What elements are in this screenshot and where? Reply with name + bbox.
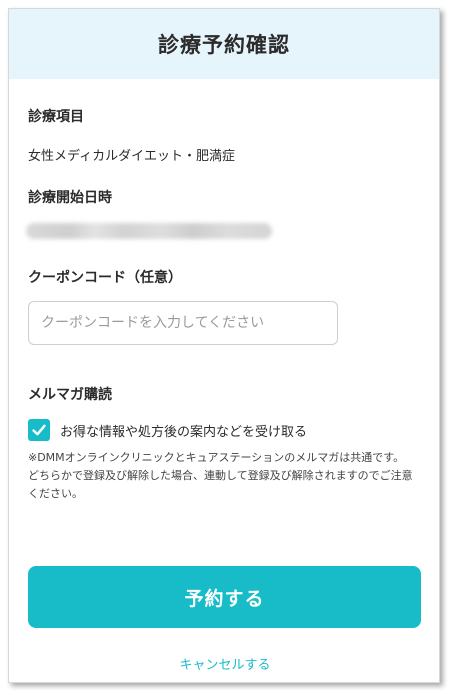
newsletter-note-line2: どちらかで登録及び解除した場合、連動して登録及び解除されますのでご注意ください。 bbox=[28, 469, 413, 500]
header: 診療予約確認 bbox=[9, 9, 439, 79]
treatment-label: 診療項目 bbox=[28, 109, 84, 125]
newsletter-note: ※DMMオンラインクリニックとキュアステーションのメルマガは共通です。 どちらか… bbox=[28, 449, 423, 503]
reserve-button[interactable]: 予約する bbox=[28, 566, 421, 628]
start-datetime-value-redacted bbox=[26, 223, 272, 239]
start-datetime-label: 診療開始日時 bbox=[28, 190, 112, 206]
page-title: 診療予約確認 bbox=[158, 33, 290, 57]
treatment-value: 女性メディカルダイエット・肥満症 bbox=[28, 149, 235, 164]
newsletter-label: メルマガ購読 bbox=[28, 387, 112, 403]
coupon-code-input[interactable] bbox=[28, 301, 338, 345]
newsletter-note-line1: ※DMMオンラインクリニックとキュアステーションのメルマガは共通です。 bbox=[28, 451, 405, 464]
checkmark-icon bbox=[32, 424, 46, 436]
newsletter-checkbox-row[interactable]: お得な情報や処方後の案内などを受け取る bbox=[28, 419, 307, 441]
cancel-link[interactable]: キャンセルする bbox=[9, 654, 439, 673]
newsletter-checkbox[interactable] bbox=[28, 419, 50, 441]
coupon-label: クーポンコード（任意） bbox=[28, 270, 182, 286]
newsletter-checkbox-label[interactable]: お得な情報や処方後の案内などを受け取る bbox=[60, 421, 307, 440]
reservation-confirm-card: 診療予約確認 診療項目 女性メディカルダイエット・肥満症 診療開始日時 クーポン… bbox=[8, 8, 440, 683]
